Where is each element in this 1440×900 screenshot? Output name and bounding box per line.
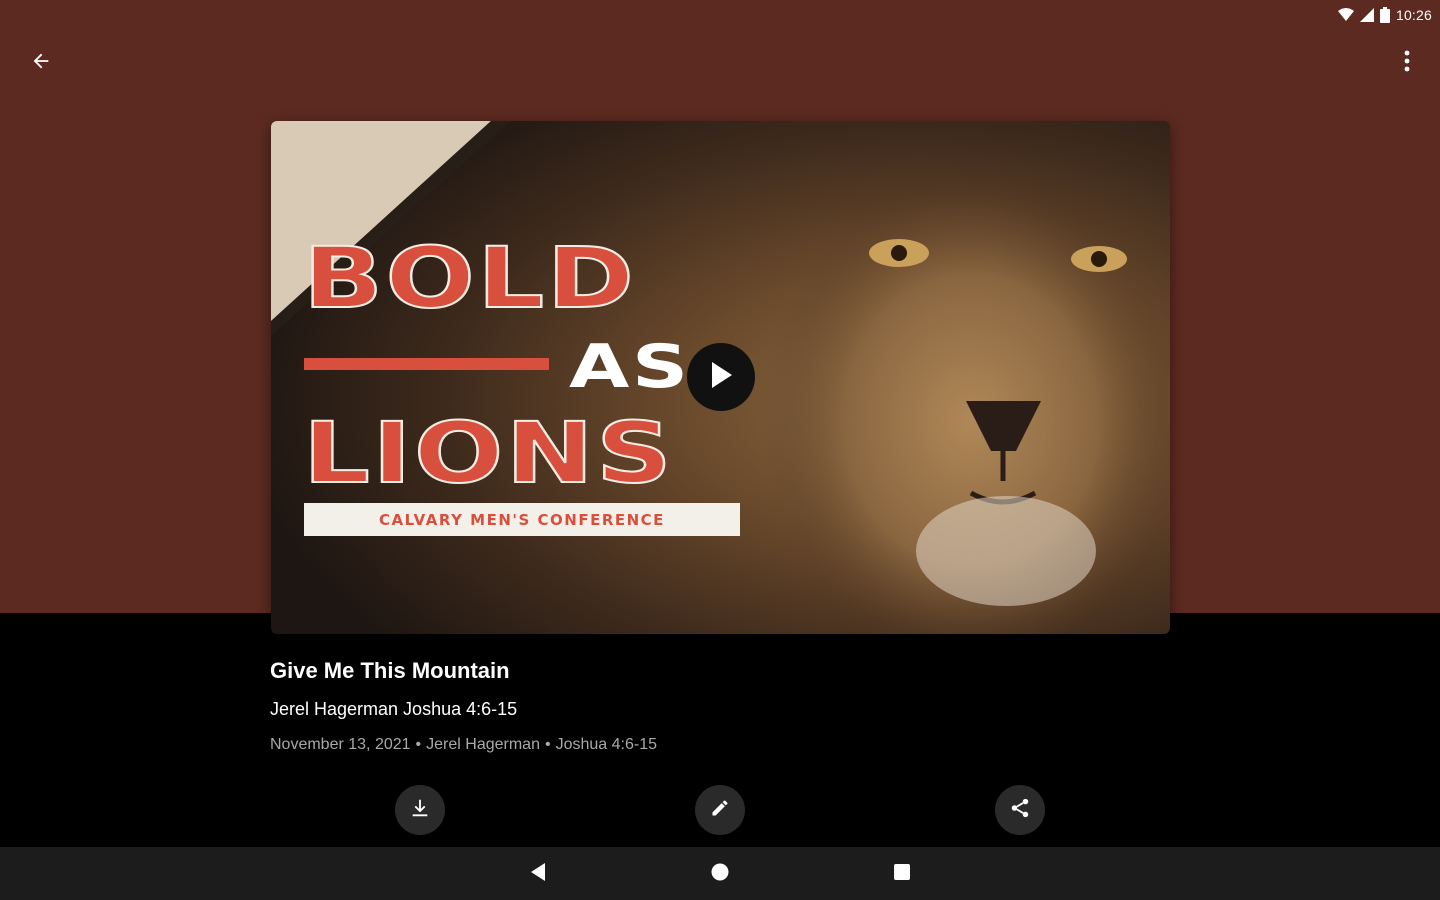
notes-button[interactable]	[695, 785, 745, 835]
artwork-title-line3: LIONS	[302, 404, 675, 502]
sermon-title: Give Me This Mountain	[270, 658, 510, 683]
edit-icon	[710, 798, 730, 823]
system-nav-bar	[0, 847, 1440, 900]
artwork-banner: CALVARY MEN'S CONFERENCE	[304, 503, 740, 536]
sermon-artwork[interactable]: BOLD AS LIONS CALVARY MEN'S CONFERENCE	[271, 121, 1170, 634]
meta-separator: •	[415, 736, 422, 753]
download-icon	[409, 797, 431, 824]
play-button[interactable]	[687, 343, 755, 411]
artwork-title-line2: AS	[569, 332, 691, 402]
status-time: 10:26	[1395, 7, 1432, 23]
sermon-date: November 13, 2021	[270, 736, 411, 753]
artwork-title-line1: BOLD	[302, 229, 637, 327]
cell-signal-icon	[1359, 8, 1374, 22]
share-button[interactable]	[995, 785, 1045, 835]
battery-icon	[1379, 7, 1390, 23]
meta-separator: •	[544, 736, 551, 753]
back-arrow-icon	[30, 50, 52, 77]
sermon-speaker[interactable]: Jerel Hagerman	[426, 736, 540, 753]
artwork-accent-bar	[304, 358, 549, 370]
wifi-icon	[1337, 8, 1354, 22]
sermon-meta: November 13, 2021 • Jerel Hagerman • Joshua …	[270, 736, 657, 754]
play-icon	[708, 360, 734, 395]
download-button[interactable]	[395, 785, 445, 835]
share-icon	[1009, 797, 1031, 824]
nav-home-icon	[710, 862, 730, 887]
sermon-passage[interactable]: Joshua 4:6-15	[556, 736, 657, 753]
sermon-detail-screen: 10:26 BOLD AS LIONS CALVARY MEN'S CONFER…	[0, 0, 1440, 900]
more-vert-icon	[1404, 50, 1410, 77]
sermon-subtitle: Jerel Hagerman Joshua 4:6-15	[270, 699, 518, 719]
back-button[interactable]	[24, 46, 58, 80]
nav-back-button[interactable]	[525, 861, 551, 887]
nav-recents-icon	[893, 863, 911, 886]
status-bar: 10:26	[1337, 4, 1432, 26]
nav-back-icon	[529, 862, 547, 887]
nav-recents-button[interactable]	[889, 861, 915, 887]
nav-home-button[interactable]	[707, 861, 733, 887]
more-options-button[interactable]	[1392, 46, 1422, 80]
